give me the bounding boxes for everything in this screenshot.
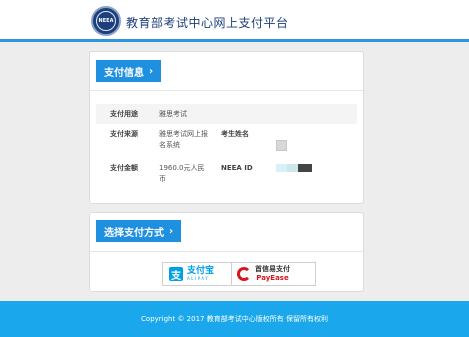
payment-info-tab: 支付信息 › — [96, 60, 162, 82]
amount-value: 1960.0元人民币 — [159, 164, 205, 183]
alipay-button[interactable]: 支 支付宝 ALIPAY — [163, 263, 232, 285]
amount-label: 支付金额 — [110, 164, 138, 172]
top-header: NEEA 教育部考试中心网上支付平台 — [0, 0, 469, 42]
payment-method-card: 选择支付方式 › 支 支付宝 ALIPAY 首信易支付 PayEase — [89, 212, 364, 292]
payease-button[interactable]: 首信易支付 PayEase — [232, 263, 315, 285]
source-label: 支付来源 — [110, 130, 138, 138]
copyright-text: Copyright © 2017 教育部考试中心版权所有 保留所有权利 — [141, 315, 328, 323]
footer: Copyright © 2017 教育部考试中心版权所有 保留所有权利 — [0, 301, 469, 337]
chevron-right-icon: › — [169, 225, 174, 237]
chevron-right-icon: › — [149, 65, 154, 77]
neea-id-value — [276, 164, 312, 172]
site-title: 教育部考试中心网上支付平台 — [126, 16, 289, 30]
table-row: 支付用途 雅思考试 — [96, 104, 357, 124]
alipay-label-en: ALIPAY — [187, 276, 210, 281]
payment-info-title: 支付信息 — [104, 67, 144, 79]
payment-info-card: 支付信息 › 支付用途 雅思考试 支付来源 雅思考试网上报名系统 考生姓名 支付… — [89, 51, 364, 204]
card-divider — [90, 251, 363, 252]
payease-label-en: PayEase — [256, 274, 289, 282]
alipay-icon: 支 — [169, 267, 183, 282]
payment-method-title: 选择支付方式 — [104, 227, 164, 239]
logo-text: NEEA — [98, 18, 114, 24]
payment-method-tab: 选择支付方式 › — [96, 220, 182, 242]
payease-icon — [237, 267, 251, 281]
purpose-label: 支付用途 — [110, 110, 138, 118]
alipay-label: 支付宝 — [187, 266, 215, 276]
payease-label: 首信易支付 — [255, 265, 290, 273]
payment-options: 支 支付宝 ALIPAY 首信易支付 PayEase — [162, 262, 316, 286]
purpose-value: 雅思考试 — [159, 110, 187, 118]
candidate-name-label: 考生姓名 — [221, 130, 249, 138]
source-value: 雅思考试网上报名系统 — [159, 130, 208, 149]
neea-id-label: NEEA ID — [221, 164, 253, 172]
candidate-name-value — [276, 140, 287, 151]
neea-logo-icon: NEEA — [91, 6, 121, 36]
card-divider — [90, 90, 363, 91]
